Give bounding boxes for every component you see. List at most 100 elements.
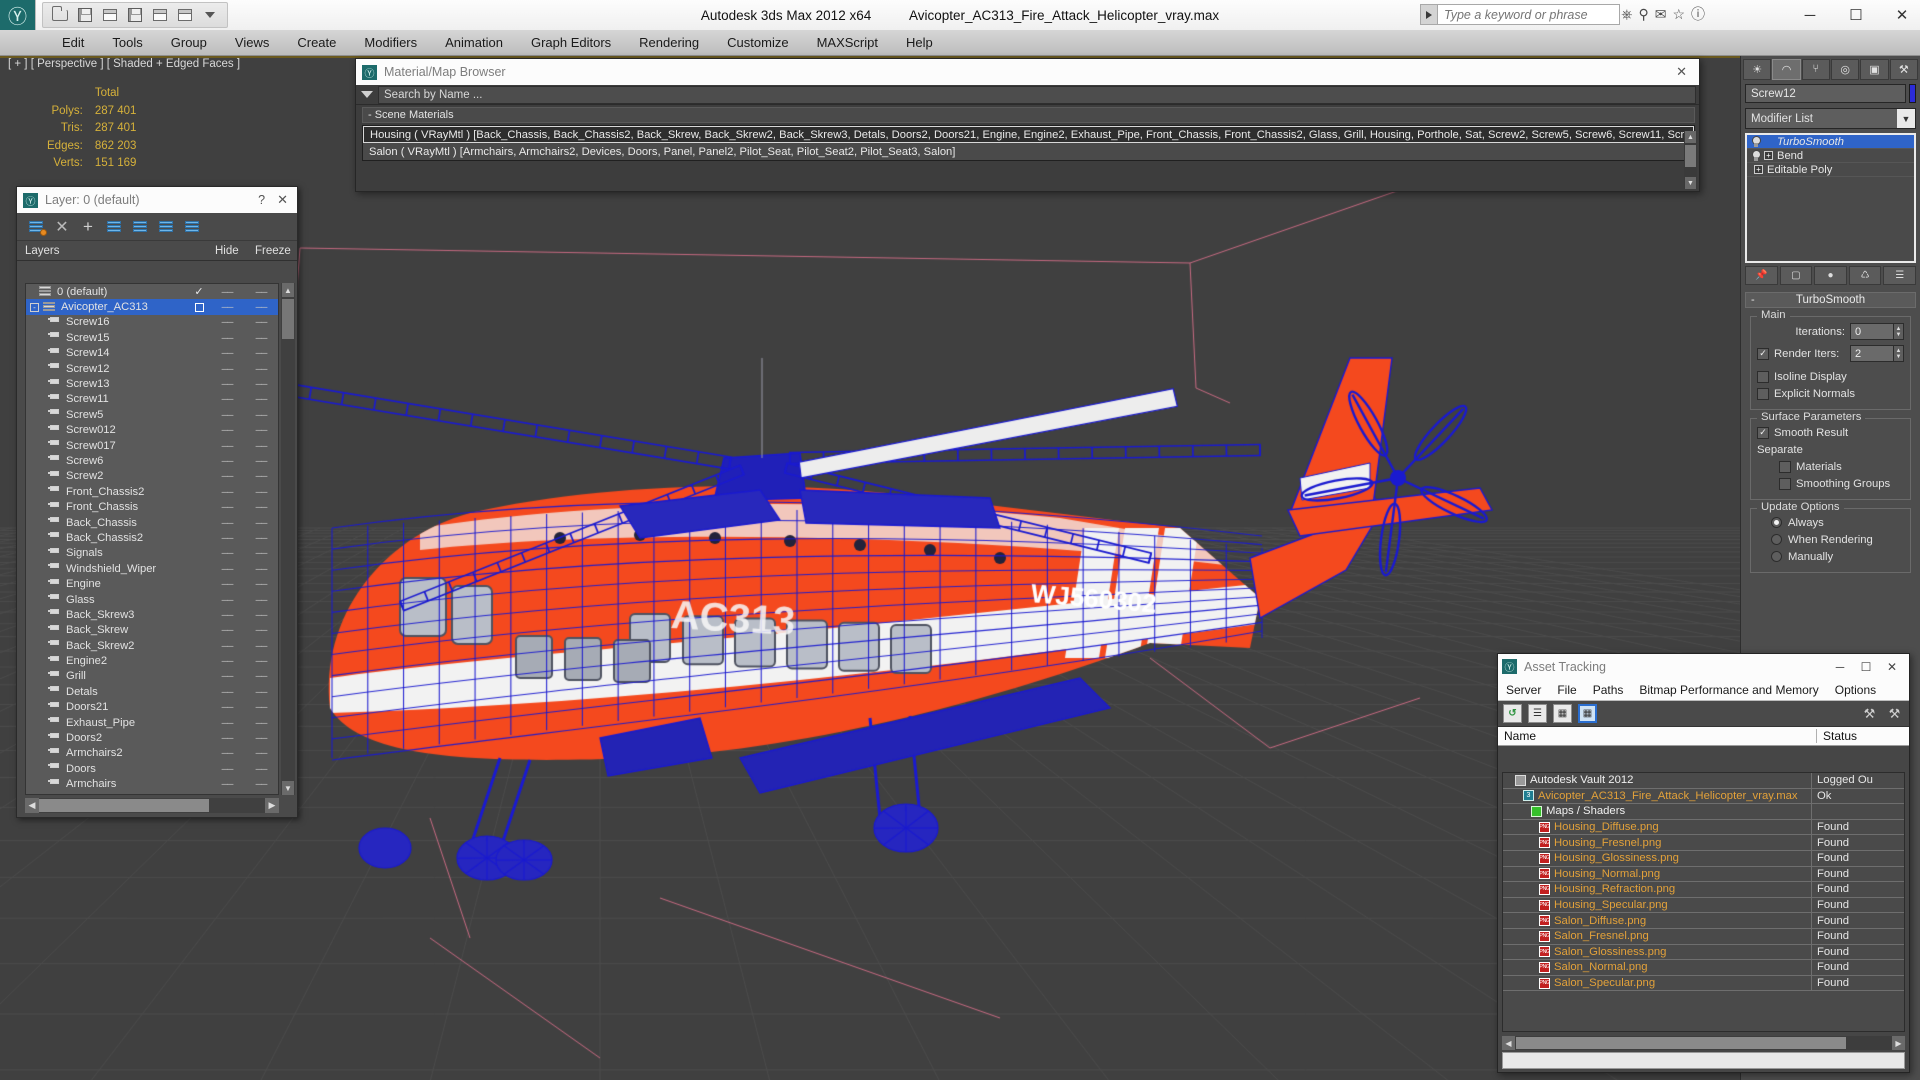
asset-row[interactable]: PNG Salon_Specular.png Found [1503,975,1904,992]
layer-vertical-scrollbar[interactable]: ▲ ▼ [281,283,295,795]
minimize-button[interactable]: ─ [1800,7,1820,24]
layer-hide-cell[interactable]: ── [210,364,244,374]
separate-materials-checkbox[interactable] [1779,460,1791,473]
object-name-input[interactable] [1745,84,1906,103]
layer-hide-cell[interactable]: ── [210,317,244,327]
app-logo-icon[interactable]: Ⓨ [0,0,36,30]
display-tab[interactable]: ▣ [1860,58,1889,80]
asset-row[interactable]: PNG Housing_Specular.png Found [1503,897,1904,914]
layer-freeze-cell[interactable]: ── [244,641,278,651]
asset-row[interactable]: PNG Housing_Normal.png Found [1503,866,1904,883]
layer-row[interactable]: Windshield_Wiper ── ── [26,561,278,576]
asset-hscroll-thumb[interactable] [1516,1037,1846,1049]
motion-tab[interactable]: ◎ [1830,58,1860,80]
viewport-label[interactable]: [ + ] [ Perspective ] [ Shaded + Edged F… [8,58,240,70]
quick-access-toolbar[interactable] [42,2,228,28]
layer-freeze-cell[interactable]: ── [244,471,278,481]
layer-horizontal-scrollbar[interactable]: ◀ ▶ [25,798,279,813]
hscroll-thumb[interactable] [39,799,209,812]
layer-hide-cell[interactable]: ── [210,502,244,512]
layer-hide-cell[interactable]: ── [210,564,244,574]
layer-row[interactable]: Doors2 ── ── [26,730,278,745]
layer-row[interactable]: Screw16 ── ── [26,315,278,330]
layer-current-box[interactable] [188,302,210,312]
layer-freeze-cell[interactable]: ── [244,394,278,404]
asset-tracking-dialog[interactable]: Ⓨ Asset Tracking ─ ☐ ✕ Server File Paths Bi… [1497,653,1910,1073]
help-icon[interactable]: ⓘ [1691,4,1705,24]
layer-freeze-cell[interactable]: ── [244,364,278,374]
isoline-display-row[interactable]: Isoline Display [1757,368,1904,385]
modifier-stack-item[interactable]: + Bend [1747,149,1914,163]
window3-icon[interactable] [174,5,196,25]
asset-menu-paths[interactable]: Paths [1585,683,1632,697]
layer-help-button[interactable]: ? [258,193,265,207]
asset-row[interactable]: PNG Salon_Glossiness.png Found [1503,944,1904,961]
material-list[interactable]: Housing ( VRayMtl ) [Back_Chassis, Back_… [362,125,1695,161]
delete-layer-icon[interactable]: ✕ [51,216,73,237]
chevron-down-icon[interactable]: ▼ [1897,109,1915,128]
layer-freeze-cell[interactable]: ── [244,779,278,789]
scroll-up-icon[interactable]: ▲ [282,283,294,297]
open-file-icon[interactable] [49,5,71,25]
menu-item-views[interactable]: Views [221,30,283,56]
layer-hide-cell[interactable]: ── [210,779,244,789]
layer-hide-cell[interactable]: ── [210,548,244,558]
close-button[interactable]: ✕ [1892,6,1912,24]
layer-row[interactable]: Armchairs ── ── [26,777,278,792]
modifier-enable-icon[interactable] [1751,150,1761,161]
layer-freeze-cell[interactable]: ── [244,302,278,312]
layer-row[interactable]: Back_Chassis2 ── ── [26,530,278,545]
asset-close-button[interactable]: ✕ [1879,660,1905,674]
window-icon[interactable] [99,5,121,25]
layer-freeze-cell[interactable]: ── [244,441,278,451]
layer-row[interactable]: Screw14 ── ── [26,346,278,361]
subscription-icon[interactable]: ⎈ [1621,6,1632,23]
isoline-display-checkbox[interactable] [1757,370,1769,383]
asset-minimize-button[interactable]: ─ [1827,660,1853,674]
layer-hide-cell[interactable]: ── [210,410,244,420]
layer-hide-cell[interactable]: ── [210,733,244,743]
select-highlight-icon[interactable] [129,216,151,237]
scroll-thumb[interactable] [282,299,294,339]
layer-row[interactable]: Doors ── ── [26,761,278,776]
save-file-icon[interactable] [74,5,96,25]
layer-hide-cell[interactable]: ── [210,748,244,758]
layer-hide-cell[interactable]: ── [210,656,244,666]
iterations-spinner-value[interactable]: 0 [1850,323,1894,340]
turbosmooth-rollout-header[interactable]: - TurboSmooth [1745,292,1916,308]
layer-row[interactable]: Back_Skrew2 ── ── [26,638,278,653]
remove-asset-icon[interactable]: ⚒ [1885,704,1904,723]
layer-freeze-cell[interactable]: ── [244,579,278,589]
render-iters-checkbox[interactable]: ✓ [1757,347,1769,360]
layer-freeze-cell[interactable]: ── [244,379,278,389]
layer-hide-cell[interactable]: ── [210,333,244,343]
utilities-tab[interactable]: ⚒ [1889,58,1918,80]
layer-hide-cell[interactable]: ── [210,718,244,728]
layer-freeze-cell[interactable]: ── [244,410,278,420]
menu-item-rendering[interactable]: Rendering [625,30,713,56]
layer-hide-cell[interactable]: ── [210,702,244,712]
layer-freeze-cell[interactable]: ── [244,456,278,466]
layer-row[interactable]: Screw11 ── ── [26,392,278,407]
asset-menu-file[interactable]: File [1549,683,1584,697]
select-objects-icon[interactable] [103,216,125,237]
layer-freeze-cell[interactable]: ── [244,287,278,297]
layer-row[interactable]: Detals ── ── [26,684,278,699]
layer-row[interactable]: Glass ── ── [26,592,278,607]
asset-scroll-left-icon[interactable]: ◀ [1502,1036,1515,1050]
layer-row[interactable]: Screw12 ── ── [26,361,278,376]
layer-row[interactable]: Engine ── ── [26,576,278,591]
asset-row[interactable]: PNG Salon_Fresnel.png Found [1503,928,1904,945]
modifier-stack[interactable]: TurboSmooth + Bend + Editable Poly [1745,133,1916,263]
layer-row[interactable]: Engine2 ── ── [26,653,278,668]
layer-hide-cell[interactable]: ── [210,533,244,543]
asset-row[interactable]: PNG Housing_Glossiness.png Found [1503,850,1904,867]
add-asset-icon[interactable]: ⚒ [1860,704,1879,723]
iterations-spinner-buttons[interactable]: ▲ ▼ [1894,323,1904,340]
object-color-swatch[interactable] [1909,84,1916,103]
layer-freeze-cell[interactable]: ── [244,548,278,558]
layer-row[interactable]: Screw6 ── ── [26,453,278,468]
pin-stack-icon[interactable]: 📌 [1745,266,1778,285]
more-commands-icon[interactable] [199,5,221,25]
layer-row[interactable]: Front_Chassis ── ── [26,499,278,514]
